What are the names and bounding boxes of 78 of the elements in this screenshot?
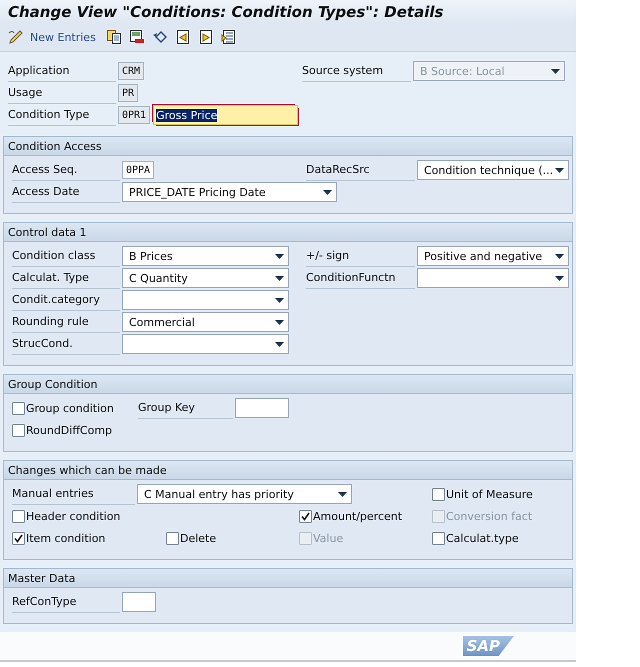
dropdown-field[interactable]: C Quantity bbox=[122, 268, 289, 288]
caret-icon bbox=[275, 276, 284, 280]
checkbox[interactable] bbox=[12, 510, 25, 522]
code-field[interactable]: PR bbox=[118, 84, 138, 102]
delete-icon[interactable] bbox=[128, 29, 145, 46]
dropdown-field[interactable] bbox=[122, 290, 289, 310]
dropdown-field[interactable]: Condition technique (... bbox=[417, 160, 569, 180]
field-label: StrucCond. bbox=[12, 333, 120, 355]
field-label: ConditionFunctn bbox=[306, 267, 415, 289]
section-title: Control data 1 bbox=[4, 223, 572, 242]
checkbox[interactable] bbox=[12, 532, 25, 544]
checkbox[interactable] bbox=[432, 488, 445, 500]
checkbox[interactable] bbox=[166, 532, 179, 544]
dropdown-field[interactable]: PRICE_DATE Pricing Date bbox=[122, 182, 337, 202]
dropdown-field[interactable] bbox=[417, 268, 569, 288]
section-title: Changes which can be made bbox=[4, 461, 572, 480]
caret-icon bbox=[323, 190, 332, 194]
checkbox[interactable] bbox=[12, 424, 25, 436]
checkbox-label: Item condition bbox=[26, 532, 106, 544]
undo-icon[interactable] bbox=[152, 29, 168, 46]
dropdown-field[interactable]: C Manual entry has priority bbox=[137, 484, 352, 504]
field-label: Usage bbox=[8, 82, 116, 104]
section-title: Group Condition bbox=[4, 375, 572, 394]
checkbox-label: Calculat.type bbox=[446, 532, 519, 544]
dropdown-field[interactable] bbox=[122, 334, 289, 354]
caret-icon bbox=[275, 342, 284, 346]
caret-icon bbox=[275, 254, 284, 258]
field-label: +/- sign bbox=[306, 245, 415, 267]
caret-icon bbox=[551, 68, 560, 74]
list-icon[interactable] bbox=[220, 29, 237, 46]
pencil-icon bbox=[8, 29, 24, 46]
field-label: Condition class bbox=[12, 245, 120, 267]
sap-logo: SAP bbox=[462, 636, 514, 656]
field-label: DataRecSrc bbox=[306, 159, 415, 181]
checkbox-label: Delete bbox=[180, 532, 216, 544]
dropdown-field[interactable]: Commercial bbox=[122, 312, 289, 332]
field-label: Access Date bbox=[12, 181, 120, 203]
description-field[interactable]: Gross Price bbox=[153, 105, 298, 125]
checkbox-label: RoundDiffComp bbox=[26, 424, 112, 436]
caret-icon bbox=[275, 320, 284, 324]
caret-icon bbox=[555, 168, 564, 172]
field-label: Source system bbox=[302, 60, 411, 82]
field-label: Rounding rule bbox=[12, 311, 120, 333]
code-field[interactable]: 0PPA bbox=[122, 161, 154, 179]
checkbox[interactable] bbox=[299, 510, 312, 522]
checkbox[interactable] bbox=[12, 402, 25, 414]
section-title: Condition Access bbox=[4, 137, 572, 156]
input-field[interactable] bbox=[122, 592, 156, 612]
caret-icon bbox=[275, 298, 284, 302]
window-title: Change View "Conditions: Condition Types": Details bbox=[0, 0, 576, 24]
new-entries-button[interactable]: New Entries bbox=[8, 29, 99, 46]
dropdown-field[interactable]: B Prices bbox=[122, 246, 289, 266]
checkbox-label: Header condition bbox=[26, 510, 120, 522]
checkbox-label: Conversion fact bbox=[446, 510, 532, 522]
caret-icon bbox=[338, 492, 347, 496]
caret-icon bbox=[555, 254, 564, 258]
checkbox-label: Unit of Measure bbox=[446, 488, 533, 500]
copy-icon[interactable] bbox=[106, 29, 122, 46]
field-label: Condit.category bbox=[12, 289, 120, 311]
dropdown-field[interactable]: Positive and negative bbox=[417, 246, 569, 266]
field-label: Manual entries bbox=[12, 483, 135, 505]
input-field[interactable] bbox=[235, 398, 289, 418]
code-field[interactable]: 0PR1 bbox=[118, 106, 150, 124]
next-icon[interactable] bbox=[198, 29, 214, 46]
caret-icon bbox=[555, 276, 564, 280]
field-label: Application bbox=[8, 60, 116, 82]
checkbox-label: Amount/percent bbox=[313, 510, 402, 522]
field-label: Access Seq. bbox=[12, 159, 120, 181]
field-label: Condition Type bbox=[8, 104, 116, 126]
checkbox-label: Group condition bbox=[26, 402, 114, 414]
section-title: Master Data bbox=[4, 569, 572, 588]
previous-icon[interactable] bbox=[174, 29, 191, 46]
field-label: Calculat. Type bbox=[12, 267, 120, 289]
checkbox-label: Value bbox=[313, 532, 344, 544]
field-label: RefConType bbox=[12, 591, 120, 613]
code-field[interactable]: CRM bbox=[118, 62, 144, 80]
checkbox[interactable] bbox=[432, 532, 445, 544]
field-label: Group Key bbox=[138, 397, 233, 419]
